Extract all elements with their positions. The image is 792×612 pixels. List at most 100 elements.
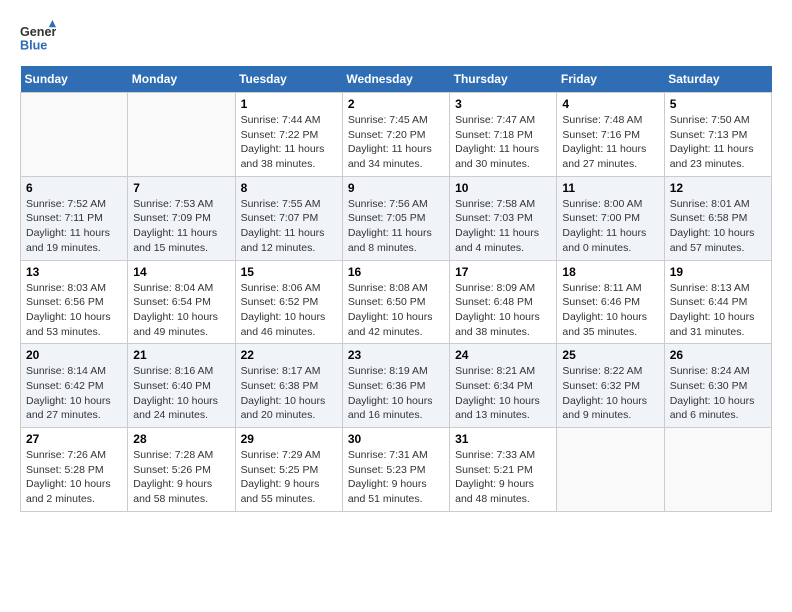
calendar-cell: 13 Sunrise: 8:03 AM Sunset: 6:56 PM Dayli… [21, 260, 128, 344]
header: General Blue [20, 20, 772, 56]
day-info: Sunrise: 8:22 AM Sunset: 6:32 PM Dayligh… [562, 364, 658, 423]
calendar-header-tuesday: Tuesday [235, 66, 342, 93]
day-info: Sunrise: 8:09 AM Sunset: 6:48 PM Dayligh… [455, 281, 551, 340]
day-number: 14 [133, 265, 229, 279]
day-number: 26 [670, 348, 766, 362]
day-info: Sunrise: 7:31 AM Sunset: 5:23 PM Dayligh… [348, 448, 444, 507]
day-info: Sunrise: 8:16 AM Sunset: 6:40 PM Dayligh… [133, 364, 229, 423]
day-number: 29 [241, 432, 337, 446]
day-info: Sunrise: 7:50 AM Sunset: 7:13 PM Dayligh… [670, 113, 766, 172]
day-number: 28 [133, 432, 229, 446]
calendar-cell [128, 93, 235, 177]
day-number: 25 [562, 348, 658, 362]
day-info: Sunrise: 8:08 AM Sunset: 6:50 PM Dayligh… [348, 281, 444, 340]
day-number: 18 [562, 265, 658, 279]
day-number: 9 [348, 181, 444, 195]
calendar-week-1: 6Sunrise: 7:52 AM Sunset: 7:11 PM Daylig… [21, 176, 772, 260]
calendar-cell [557, 428, 664, 512]
day-number: 24 [455, 348, 551, 362]
day-info: Sunrise: 8:00 AM Sunset: 7:00 PM Dayligh… [562, 197, 658, 256]
calendar-cell: 4 Sunrise: 7:48 AM Sunset: 7:16 PM Daylig… [557, 93, 664, 177]
day-info: Sunrise: 7:29 AM Sunset: 5:25 PM Dayligh… [241, 448, 337, 507]
calendar-cell: 3 Sunrise: 7:47 AM Sunset: 7:18 PM Daylig… [450, 93, 557, 177]
calendar-cell: 20 Sunrise: 8:14 AM Sunset: 6:42 PM Dayli… [21, 344, 128, 428]
day-info: Sunrise: 7:55 AM Sunset: 7:07 PM Dayligh… [241, 197, 337, 256]
day-info: Sunrise: 8:11 AM Sunset: 6:46 PM Dayligh… [562, 281, 658, 340]
calendar-cell: 28Sunrise: 7:28 AM Sunset: 5:26 PM Dayli… [128, 428, 235, 512]
calendar-cell: 14 Sunrise: 8:04 AM Sunset: 6:54 PM Dayli… [128, 260, 235, 344]
calendar-cell: 10Sunrise: 7:58 AM Sunset: 7:03 PM Dayli… [450, 176, 557, 260]
calendar-header-sunday: Sunday [21, 66, 128, 93]
calendar-cell: 5 Sunrise: 7:50 AM Sunset: 7:13 PM Daylig… [664, 93, 771, 177]
calendar-cell: 16Sunrise: 8:08 AM Sunset: 6:50 PM Dayli… [342, 260, 449, 344]
day-number: 1 [241, 97, 337, 111]
day-info: Sunrise: 7:48 AM Sunset: 7:16 PM Dayligh… [562, 113, 658, 172]
calendar-cell: 25 Sunrise: 8:22 AM Sunset: 6:32 PM Dayli… [557, 344, 664, 428]
calendar-header-saturday: Saturday [664, 66, 771, 93]
day-info: Sunrise: 7:53 AM Sunset: 7:09 PM Dayligh… [133, 197, 229, 256]
calendar-cell: 2 Sunrise: 7:45 AM Sunset: 7:20 PM Daylig… [342, 93, 449, 177]
calendar-header-friday: Friday [557, 66, 664, 93]
day-number: 2 [348, 97, 444, 111]
day-info: Sunrise: 8:03 AM Sunset: 6:56 PM Dayligh… [26, 281, 122, 340]
calendar-week-4: 27 Sunrise: 7:26 AM Sunset: 5:28 PM Dayli… [21, 428, 772, 512]
day-number: 4 [562, 97, 658, 111]
calendar-cell: 11 Sunrise: 8:00 AM Sunset: 7:00 PM Dayli… [557, 176, 664, 260]
day-number: 8 [241, 181, 337, 195]
day-info: Sunrise: 7:45 AM Sunset: 7:20 PM Dayligh… [348, 113, 444, 172]
calendar-cell: 6Sunrise: 7:52 AM Sunset: 7:11 PM Daylig… [21, 176, 128, 260]
day-number: 20 [26, 348, 122, 362]
day-info: Sunrise: 8:06 AM Sunset: 6:52 PM Dayligh… [241, 281, 337, 340]
day-number: 6 [26, 181, 122, 195]
calendar-header-wednesday: Wednesday [342, 66, 449, 93]
day-info: Sunrise: 8:13 AM Sunset: 6:44 PM Dayligh… [670, 281, 766, 340]
calendar-cell: 19 Sunrise: 8:13 AM Sunset: 6:44 PM Dayli… [664, 260, 771, 344]
day-info: Sunrise: 7:58 AM Sunset: 7:03 PM Dayligh… [455, 197, 551, 256]
calendar-week-2: 13 Sunrise: 8:03 AM Sunset: 6:56 PM Dayli… [21, 260, 772, 344]
day-number: 5 [670, 97, 766, 111]
day-info: Sunrise: 8:17 AM Sunset: 6:38 PM Dayligh… [241, 364, 337, 423]
day-number: 11 [562, 181, 658, 195]
day-info: Sunrise: 7:44 AM Sunset: 7:22 PM Dayligh… [241, 113, 337, 172]
calendar-cell: 23Sunrise: 8:19 AM Sunset: 6:36 PM Dayli… [342, 344, 449, 428]
calendar-cell: 17Sunrise: 8:09 AM Sunset: 6:48 PM Dayli… [450, 260, 557, 344]
day-info: Sunrise: 7:56 AM Sunset: 7:05 PM Dayligh… [348, 197, 444, 256]
calendar-header-row: SundayMondayTuesdayWednesdayThursdayFrid… [21, 66, 772, 93]
day-info: Sunrise: 7:47 AM Sunset: 7:18 PM Dayligh… [455, 113, 551, 172]
day-info: Sunrise: 8:19 AM Sunset: 6:36 PM Dayligh… [348, 364, 444, 423]
day-number: 31 [455, 432, 551, 446]
calendar-cell: 9 Sunrise: 7:56 AM Sunset: 7:05 PM Daylig… [342, 176, 449, 260]
calendar-cell: 22Sunrise: 8:17 AM Sunset: 6:38 PM Dayli… [235, 344, 342, 428]
calendar-week-0: 1 Sunrise: 7:44 AM Sunset: 7:22 PM Daylig… [21, 93, 772, 177]
day-number: 19 [670, 265, 766, 279]
day-info: Sunrise: 8:24 AM Sunset: 6:30 PM Dayligh… [670, 364, 766, 423]
calendar-cell: 1 Sunrise: 7:44 AM Sunset: 7:22 PM Daylig… [235, 93, 342, 177]
day-number: 21 [133, 348, 229, 362]
calendar-table: SundayMondayTuesdayWednesdayThursdayFrid… [20, 66, 772, 512]
day-info: Sunrise: 8:04 AM Sunset: 6:54 PM Dayligh… [133, 281, 229, 340]
svg-text:General: General [20, 25, 56, 39]
day-info: Sunrise: 8:14 AM Sunset: 6:42 PM Dayligh… [26, 364, 122, 423]
calendar-cell [21, 93, 128, 177]
calendar-cell: 21 Sunrise: 8:16 AM Sunset: 6:40 PM Dayli… [128, 344, 235, 428]
calendar-cell: 7 Sunrise: 7:53 AM Sunset: 7:09 PM Daylig… [128, 176, 235, 260]
calendar-cell: 26 Sunrise: 8:24 AM Sunset: 6:30 PM Dayli… [664, 344, 771, 428]
day-number: 7 [133, 181, 229, 195]
calendar-cell [664, 428, 771, 512]
calendar-header-thursday: Thursday [450, 66, 557, 93]
day-info: Sunrise: 7:26 AM Sunset: 5:28 PM Dayligh… [26, 448, 122, 507]
calendar-cell: 24Sunrise: 8:21 AM Sunset: 6:34 PM Dayli… [450, 344, 557, 428]
day-number: 27 [26, 432, 122, 446]
calendar-cell: 29 Sunrise: 7:29 AM Sunset: 5:25 PM Dayli… [235, 428, 342, 512]
calendar-header-monday: Monday [128, 66, 235, 93]
logo-icon: General Blue [20, 20, 56, 56]
calendar-cell: 18 Sunrise: 8:11 AM Sunset: 6:46 PM Dayli… [557, 260, 664, 344]
calendar-cell: 15Sunrise: 8:06 AM Sunset: 6:52 PM Dayli… [235, 260, 342, 344]
svg-text:Blue: Blue [20, 39, 47, 53]
calendar-cell: 12Sunrise: 8:01 AM Sunset: 6:58 PM Dayli… [664, 176, 771, 260]
day-number: 13 [26, 265, 122, 279]
day-info: Sunrise: 8:01 AM Sunset: 6:58 PM Dayligh… [670, 197, 766, 256]
day-number: 30 [348, 432, 444, 446]
calendar-cell: 8 Sunrise: 7:55 AM Sunset: 7:07 PM Daylig… [235, 176, 342, 260]
day-number: 3 [455, 97, 551, 111]
